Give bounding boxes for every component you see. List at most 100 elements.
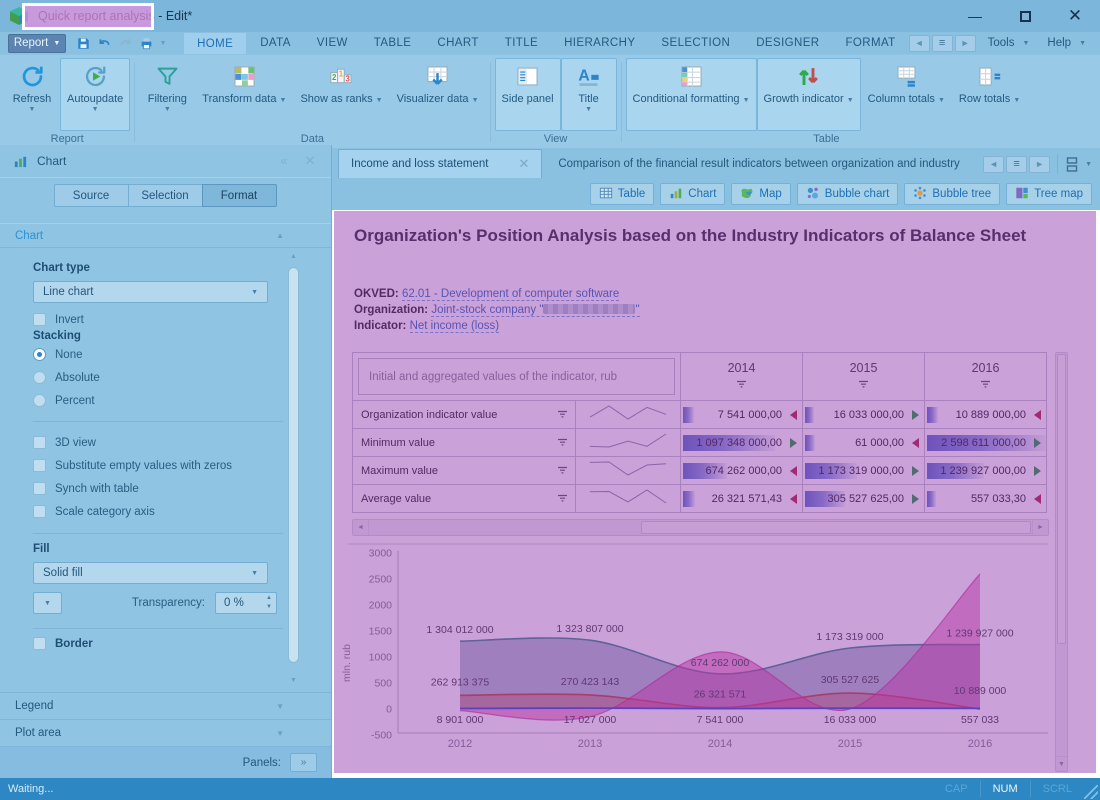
- section-header-chart[interactable]: Chart▲: [0, 223, 331, 248]
- nav-menu-icon[interactable]: ≡: [1006, 156, 1027, 173]
- ribbon-button-growth-indicator[interactable]: Growth indicator ▼: [757, 58, 861, 131]
- row-header-average-value[interactable]: Average value: [353, 485, 576, 513]
- ribbon-button-autoupdate[interactable]: Autoupdate▼: [60, 58, 130, 131]
- ribbon-tab-format[interactable]: FORMAT: [833, 32, 909, 54]
- undo-button[interactable]: [94, 34, 115, 53]
- value-cell[interactable]: 674 262 000,00: [681, 457, 803, 485]
- column-header-2015[interactable]: 2015: [803, 353, 925, 401]
- ribbon-button-show-as-ranks[interactable]: 213Show as ranks ▼: [293, 58, 389, 131]
- report-vertical-scrollbar[interactable]: ▼: [1055, 352, 1068, 772]
- scroll-up-icon[interactable]: ▲: [287, 253, 300, 265]
- tools-menu[interactable]: Tools▼: [982, 37, 1036, 49]
- sparkline-cell[interactable]: [576, 401, 681, 429]
- side-panel-scrollbar[interactable]: ▲ ▼: [287, 253, 300, 689]
- okved-link[interactable]: 62.01 - Development of computer software: [402, 288, 619, 301]
- report-menu-button[interactable]: Report▼: [8, 34, 66, 53]
- sparkline-cell[interactable]: [576, 485, 681, 513]
- redo-button[interactable]: [115, 34, 136, 53]
- checkbox-substitute-empty-values-with-zeros[interactable]: Substitute empty values with zeros: [33, 454, 232, 477]
- ribbon-tab-title[interactable]: TITLE: [492, 32, 551, 54]
- view-button-chart[interactable]: Chart: [660, 183, 725, 205]
- sparkline-cell[interactable]: [576, 457, 681, 485]
- value-cell[interactable]: 2 598 611 000,00: [925, 429, 1047, 457]
- invert-checkbox[interactable]: Invert: [33, 308, 84, 331]
- ribbon-button-visualizer-data[interactable]: Visualizer data ▼: [390, 58, 486, 131]
- document-tab-income-statement[interactable]: Income and loss statement ✕: [338, 149, 542, 178]
- ribbon-tab-hierarchy[interactable]: HIERARCHY: [551, 32, 648, 54]
- ribbon-button-column-totals[interactable]: Column totals ▼: [861, 58, 952, 131]
- section-header-plot-area[interactable]: Plot area▼: [0, 719, 331, 746]
- indicator-area-chart[interactable]: 300025002000150010005000-500mln. rub2012…: [332, 543, 1077, 778]
- ribbon-tab-home[interactable]: HOME: [183, 32, 247, 54]
- scroll-right-icon[interactable]: ►: [1032, 520, 1048, 535]
- resize-grip-icon[interactable]: [1084, 785, 1098, 799]
- stacking-radio-percent[interactable]: Percent: [33, 389, 100, 412]
- view-button-map[interactable]: Map: [731, 183, 790, 205]
- scrollbar-thumb[interactable]: [641, 521, 1031, 534]
- ribbon-button-conditional-formatting[interactable]: Conditional formatting ▼: [626, 58, 757, 131]
- ribbon-tab-chart[interactable]: CHART: [424, 32, 491, 54]
- minimize-button[interactable]: —: [950, 1, 1000, 31]
- value-cell[interactable]: 16 033 000,00: [803, 401, 925, 429]
- checkbox-3d-view[interactable]: 3D view: [33, 431, 232, 454]
- organization-link[interactable]: Joint-stock company "": [431, 304, 639, 317]
- checkbox-synch-with-table[interactable]: Synch with table: [33, 477, 232, 500]
- row-header-maximum-value[interactable]: Maximum value: [353, 457, 576, 485]
- nav-right-icon[interactable]: ►: [1029, 156, 1050, 173]
- ribbon-tab-view[interactable]: VIEW: [304, 32, 361, 54]
- nav-menu-icon[interactable]: ≡: [932, 35, 953, 52]
- ribbon-button-refresh[interactable]: Refresh▼: [4, 58, 60, 131]
- ribbon-button-side-panel[interactable]: Side panel: [495, 58, 561, 131]
- panel-tab-source[interactable]: Source: [54, 184, 129, 207]
- scroll-left-icon[interactable]: ◄: [353, 520, 369, 535]
- close-panel-icon[interactable]: ✕: [297, 153, 323, 169]
- value-cell[interactable]: 26 321 571,43: [681, 485, 803, 513]
- value-cell[interactable]: 557 033,30: [925, 485, 1047, 513]
- nav-left-icon[interactable]: ◄: [983, 156, 1004, 173]
- fill-color-dropdown[interactable]: ▼: [33, 592, 62, 614]
- value-cell[interactable]: 10 889 000,00: [925, 401, 1047, 429]
- collapse-panel-icon[interactable]: «: [271, 153, 297, 169]
- help-menu[interactable]: Help▼: [1041, 37, 1092, 49]
- scroll-down-icon[interactable]: ▼: [287, 677, 300, 689]
- close-button[interactable]: ✕: [1050, 1, 1100, 31]
- stacking-radio-absolute[interactable]: Absolute: [33, 366, 100, 389]
- report-canvas[interactable]: Organization's Position Analysis based o…: [332, 210, 1100, 778]
- value-cell[interactable]: 7 541 000,00: [681, 401, 803, 429]
- view-button-bubble-tree[interactable]: Bubble tree: [904, 183, 1000, 205]
- nav-right-icon[interactable]: ►: [955, 35, 976, 52]
- scrollbar-thumb[interactable]: [288, 267, 299, 663]
- border-checkbox[interactable]: Border: [33, 632, 93, 655]
- window-layout-button[interactable]: ▼: [1065, 157, 1092, 172]
- view-button-tree-map[interactable]: Tree map: [1006, 183, 1092, 205]
- row-header-organization-indicator-value[interactable]: Organization indicator value: [353, 401, 576, 429]
- save-button[interactable]: [73, 34, 94, 53]
- column-header-2016[interactable]: 2016: [925, 353, 1047, 401]
- section-header-legend[interactable]: Legend▼: [0, 692, 331, 719]
- fill-type-dropdown[interactable]: Solid fill▼: [33, 562, 268, 584]
- ribbon-button-transform-data[interactable]: Transform data ▼: [195, 58, 293, 131]
- view-button-bubble-chart[interactable]: Bubble chart: [797, 183, 899, 205]
- spinner-arrows-icon[interactable]: ▲▼: [266, 594, 272, 612]
- ribbon-button-title[interactable]: ATitle▼: [561, 58, 617, 131]
- chevron-down-icon[interactable]: ▼: [157, 40, 169, 47]
- ribbon-tab-table[interactable]: TABLE: [361, 32, 425, 54]
- value-cell[interactable]: 1 173 319 000,00: [803, 457, 925, 485]
- indicator-link[interactable]: Net income (loss): [410, 320, 499, 333]
- view-button-table[interactable]: Table: [590, 183, 655, 205]
- value-cell[interactable]: 61 000,00: [803, 429, 925, 457]
- expand-panels-button[interactable]: »: [290, 753, 317, 772]
- chart-type-dropdown[interactable]: Line chart▼: [33, 281, 268, 303]
- value-cell[interactable]: 305 527 625,00: [803, 485, 925, 513]
- panel-tab-format[interactable]: Format: [202, 184, 277, 207]
- stacking-radio-none[interactable]: None: [33, 343, 100, 366]
- ribbon-tab-designer[interactable]: DESIGNER: [743, 32, 832, 54]
- checkbox-scale-category-axis[interactable]: Scale category axis: [33, 500, 232, 523]
- panel-tab-selection[interactable]: Selection: [128, 184, 203, 207]
- scrollbar-thumb[interactable]: [1057, 354, 1066, 644]
- ribbon-button-filtering[interactable]: Filtering▼: [139, 58, 195, 131]
- transparency-spinner[interactable]: 0 %▲▼: [215, 592, 277, 614]
- maximize-button[interactable]: [1000, 1, 1050, 31]
- nav-left-icon[interactable]: ◄: [909, 35, 930, 52]
- row-header-minimum-value[interactable]: Minimum value: [353, 429, 576, 457]
